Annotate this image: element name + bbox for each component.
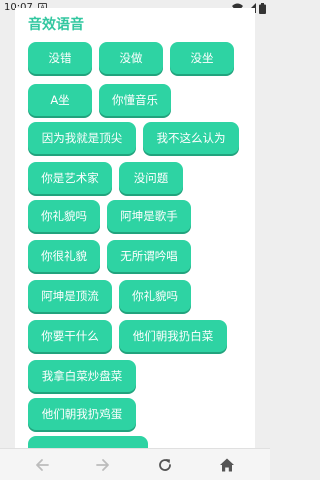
arrow-right-icon[interactable] [95, 457, 111, 473]
sound-button[interactable]: 没坐 [170, 42, 234, 74]
sound-button[interactable]: 我不这么认为 [143, 122, 239, 154]
battery-icon [259, 2, 266, 14]
sound-button[interactable]: 你懂音乐 [99, 84, 171, 116]
sound-button-partial[interactable] [28, 436, 148, 448]
sound-button[interactable]: A坐 [28, 84, 92, 116]
sound-button[interactable]: 你要干什么 [28, 320, 112, 352]
sound-button[interactable]: 没做 [99, 42, 163, 74]
sound-button[interactable]: 你礼貌吗 [28, 200, 100, 232]
app-screen: 10:07 A 音效语音 没错 没做 没坐 A坐 你懂音乐 因为我就是顶尖 我不… [0, 0, 270, 480]
reload-icon[interactable] [157, 457, 173, 473]
sound-button[interactable]: 无所谓吟唱 [107, 240, 191, 272]
sound-button[interactable]: 你很礼貌 [28, 240, 100, 272]
sound-button[interactable]: 没错 [28, 42, 92, 74]
bottom-navigation-bar [0, 448, 270, 480]
sound-button[interactable]: 他们朝我扔鸡蛋 [28, 398, 136, 430]
sound-board: 音效语音 没错 没做 没坐 A坐 你懂音乐 因为我就是顶尖 我不这么认为 你是艺… [15, 8, 255, 448]
home-icon[interactable] [219, 457, 235, 473]
arrow-left-icon[interactable] [34, 457, 50, 473]
section-title: 音效语音 [28, 17, 84, 33]
sound-button[interactable]: 我拿白菜炒盘菜 [28, 360, 136, 392]
sound-button[interactable]: 没问题 [119, 162, 183, 194]
sound-button[interactable]: 你礼貌吗 [119, 280, 191, 312]
sound-button[interactable]: 你是艺术家 [28, 162, 112, 194]
sound-button[interactable]: 因为我就是顶尖 [28, 122, 136, 154]
sound-button[interactable]: 阿坤是顶流 [28, 280, 112, 312]
sound-button[interactable]: 他们朝我扔白菜 [119, 320, 227, 352]
sound-button[interactable]: 阿坤是歌手 [107, 200, 191, 232]
